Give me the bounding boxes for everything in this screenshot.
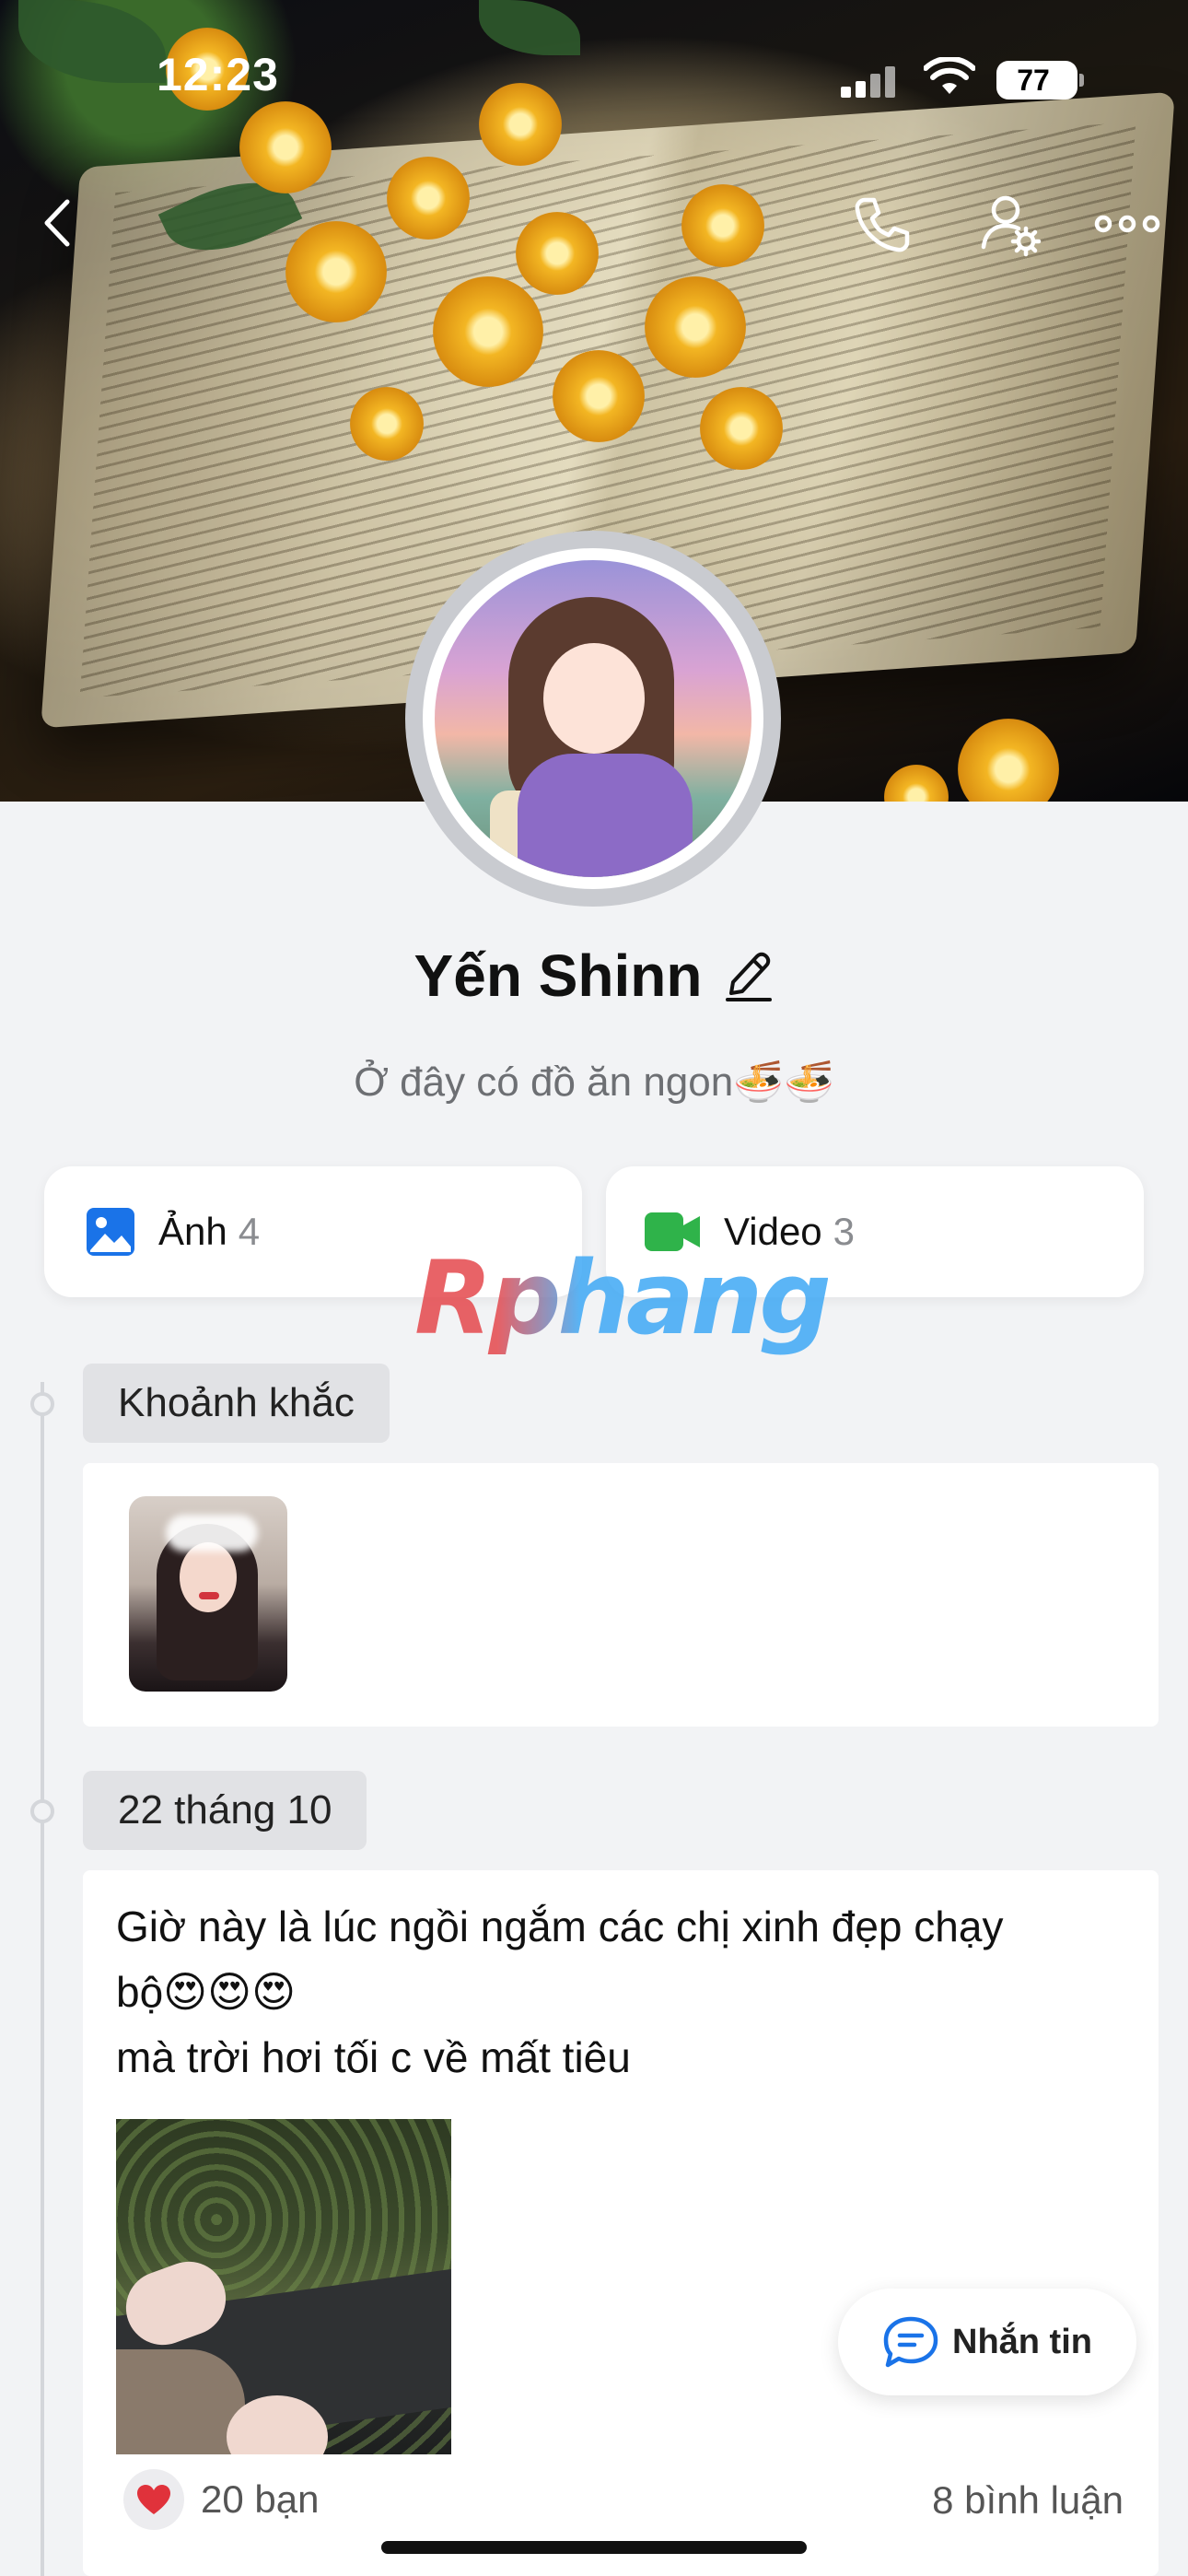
post-text: Giờ này là lúc ngồi ngắm các chị xinh đẹ… xyxy=(116,1903,1004,2081)
post-card: Giờ này là lúc ngồi ngắm các chị xinh đẹ… xyxy=(83,1870,1159,2576)
post-photo[interactable] xyxy=(116,2119,451,2454)
timeline-dot xyxy=(30,1392,54,1416)
cover-leaf xyxy=(18,0,166,83)
wifi-icon xyxy=(924,57,975,94)
user-settings-icon xyxy=(981,195,1042,257)
cover-flower xyxy=(285,221,387,322)
reaction-count: 20 bạn xyxy=(201,2477,320,2521)
profile-bio: Ở đây có đồ ăn ngon🍜🍜 xyxy=(354,1060,834,1105)
photos-label: Ảnh xyxy=(158,1210,227,1253)
cover-flower xyxy=(645,276,746,378)
more-icon xyxy=(1094,215,1160,233)
heart-icon xyxy=(137,2485,170,2514)
moment-thumbnail[interactable] xyxy=(129,1496,287,1692)
cover-flower xyxy=(958,719,1059,802)
message-button-label: Nhắn tin xyxy=(952,2322,1092,2361)
cover-flower xyxy=(239,101,332,193)
profile-name: Yến Shinn xyxy=(413,943,703,1009)
battery-indicator: 77 xyxy=(996,61,1084,100)
home-indicator[interactable] xyxy=(381,2541,807,2554)
avatar[interactable] xyxy=(405,531,781,907)
profile-settings-button[interactable] xyxy=(974,188,1048,262)
cover-flower xyxy=(433,276,543,387)
back-button[interactable] xyxy=(28,193,87,252)
message-button[interactable]: Nhắn tin xyxy=(838,2289,1136,2395)
cover-flower xyxy=(700,387,783,470)
moments-panel xyxy=(83,1463,1159,1727)
moments-header: Khoảnh khắc xyxy=(83,1364,390,1443)
pencil-icon[interactable] xyxy=(724,949,774,1002)
cover-leaf xyxy=(479,0,580,55)
cover-flower xyxy=(516,212,599,295)
more-button[interactable] xyxy=(1092,201,1162,247)
timeline-line xyxy=(41,1382,44,2576)
cover-flower xyxy=(479,83,562,166)
cover-flower xyxy=(681,184,764,267)
chat-bubble-icon xyxy=(883,2316,938,2368)
back-icon xyxy=(44,199,70,247)
battery-level: 77 xyxy=(1017,64,1050,97)
image-icon xyxy=(87,1208,134,1256)
avatar-image xyxy=(435,560,751,877)
timeline-dot xyxy=(30,1799,54,1823)
watermark: Rphang xyxy=(414,1239,832,1357)
photos-count: 4 xyxy=(238,1210,261,1253)
status-time: 12:23 xyxy=(157,49,279,100)
cover-flower xyxy=(553,350,645,442)
post-date: 22 tháng 10 xyxy=(83,1771,367,1850)
reactions-summary[interactable]: 20 bạn xyxy=(123,2469,319,2530)
cover-flower xyxy=(387,157,470,240)
phone-icon xyxy=(855,197,910,252)
comment-count[interactable]: 8 bình luận xyxy=(932,2478,1124,2523)
call-button[interactable] xyxy=(847,190,917,260)
cover-flower xyxy=(350,387,424,461)
signal-icon xyxy=(841,66,896,98)
cover-flower xyxy=(884,765,949,802)
videos-count: 3 xyxy=(833,1210,856,1253)
